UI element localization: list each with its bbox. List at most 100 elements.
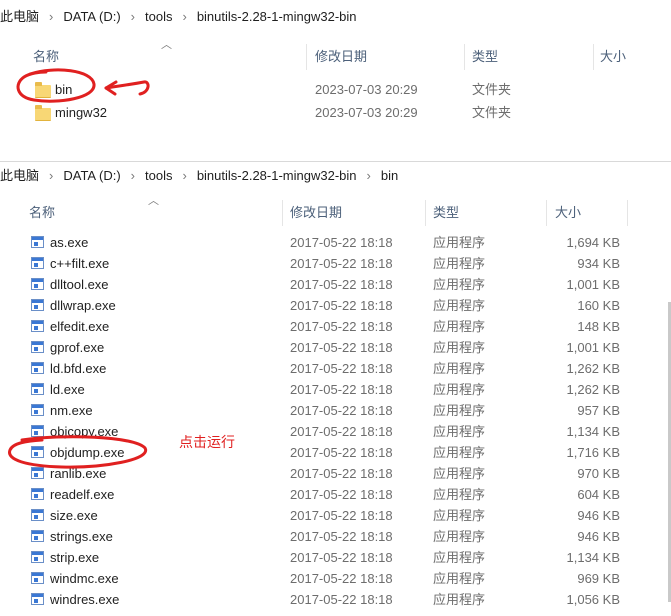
breadcrumb-item[interactable]: binutils-2.28-1-mingw32-bin [197, 0, 357, 34]
file-name: ld.bfd.exe [50, 361, 107, 376]
chevron-right-icon[interactable]: › [131, 0, 135, 34]
column-divider[interactable] [282, 200, 283, 226]
breadcrumb-item[interactable]: tools [145, 162, 172, 190]
exe-file-icon [31, 257, 44, 269]
column-divider[interactable] [464, 44, 465, 70]
file-modified: 2017-05-22 18:18 [290, 508, 393, 523]
breadcrumb-item[interactable]: 此电脑 [0, 0, 39, 34]
column-divider[interactable] [593, 44, 594, 70]
column-type[interactable]: 类型 [472, 42, 498, 72]
chevron-right-icon[interactable]: › [131, 162, 135, 190]
breadcrumb-item[interactable]: DATA (D:) [63, 0, 120, 34]
file-type: 应用程序 [433, 403, 486, 418]
file-modified: 2017-05-22 18:18 [290, 550, 393, 565]
column-type[interactable]: 类型 [433, 198, 459, 228]
file-size: 1,056 KB [566, 592, 621, 607]
column-header: ︿ 名称 修改日期 类型 大小 [0, 195, 671, 228]
file-name: windres.exe [50, 592, 120, 607]
chevron-right-icon[interactable]: › [182, 162, 186, 190]
chevron-right-icon[interactable]: › [49, 162, 53, 190]
file-type: 应用程序 [433, 319, 486, 334]
breadcrumb-item[interactable]: 此电脑 [0, 162, 39, 190]
exe-file-icon [31, 488, 44, 500]
exe-file-icon [31, 572, 44, 584]
column-divider[interactable] [425, 200, 426, 226]
exe-file-icon [31, 383, 44, 395]
file-type: 应用程序 [433, 529, 486, 544]
file-size: 946 KB [577, 529, 620, 544]
file-modified: 2017-05-22 18:18 [290, 256, 393, 271]
file-size: 1,262 KB [566, 361, 621, 376]
chevron-right-icon[interactable]: › [367, 162, 371, 190]
file-name: dllwrap.exe [50, 298, 116, 313]
folder-type: 文件夹 [472, 105, 512, 120]
file-type: 应用程序 [433, 508, 486, 523]
file-row[interactable]: gprof.exe 2017-05-22 18:18 应用程序 1,001 KB [0, 337, 671, 358]
exe-file-icon [31, 551, 44, 563]
column-name[interactable]: 名称 [29, 198, 55, 228]
file-name: elfedit.exe [50, 319, 110, 334]
column-size[interactable]: 大小 [555, 198, 581, 228]
file-type: 应用程序 [433, 571, 486, 586]
file-size: 946 KB [577, 508, 620, 523]
file-modified: 2017-05-22 18:18 [290, 529, 393, 544]
file-row[interactable]: readelf.exe 2017-05-22 18:18 应用程序 604 KB [0, 484, 671, 505]
file-size: 1,134 KB [566, 550, 621, 565]
file-type: 应用程序 [433, 445, 486, 460]
file-row[interactable]: windmc.exe 2017-05-22 18:18 应用程序 969 KB [0, 568, 671, 589]
chevron-right-icon[interactable]: › [182, 0, 186, 34]
file-modified: 2017-05-22 18:18 [290, 298, 393, 313]
file-name: ld.exe [50, 382, 85, 397]
column-size[interactable]: 大小 [600, 42, 626, 72]
exe-file-icon [31, 404, 44, 416]
file-name: dlltool.exe [50, 277, 109, 292]
file-modified: 2017-05-22 18:18 [290, 403, 393, 418]
file-modified: 2017-05-22 18:18 [290, 361, 393, 376]
exe-file-icon [31, 278, 44, 290]
column-modified[interactable]: 修改日期 [290, 198, 342, 228]
breadcrumb-item[interactable]: tools [145, 0, 172, 34]
file-row[interactable]: windres.exe 2017-05-22 18:18 应用程序 1,056 KB [0, 589, 671, 610]
file-row[interactable]: c++filt.exe 2017-05-22 18:18 应用程序 934 KB [0, 253, 671, 274]
file-row[interactable]: dllwrap.exe 2017-05-22 18:18 应用程序 160 KB [0, 295, 671, 316]
breadcrumb-item[interactable]: binutils-2.28-1-mingw32-bin [197, 162, 357, 190]
file-size: 1,001 KB [566, 340, 621, 355]
file-type: 应用程序 [433, 382, 486, 397]
file-row[interactable]: elfedit.exe 2017-05-22 18:18 应用程序 148 KB [0, 316, 671, 337]
file-type: 应用程序 [433, 592, 486, 607]
file-row[interactable]: strip.exe 2017-05-22 18:18 应用程序 1,134 KB [0, 547, 671, 568]
file-name: strip.exe [50, 550, 100, 565]
file-modified: 2017-05-22 18:18 [290, 319, 393, 334]
column-divider[interactable] [306, 44, 307, 70]
breadcrumb-item[interactable]: bin [381, 162, 398, 190]
top-explorer-window: 此电脑 › DATA (D:) › tools › binutils-2.28-1-ming… [0, 0, 671, 161]
highlight-circle [8, 435, 148, 469]
file-row[interactable]: ld.exe 2017-05-22 18:18 应用程序 1,262 KB [0, 379, 671, 400]
bottom-explorer-window: 此电脑 › DATA (D:) › tools › binutils-2.28-1-ming… [0, 161, 671, 616]
column-modified[interactable]: 修改日期 [315, 42, 367, 72]
file-size: 1,134 KB [566, 424, 621, 439]
file-type: 应用程序 [433, 466, 486, 481]
breadcrumb-item[interactable]: DATA (D:) [63, 162, 120, 190]
file-row[interactable]: size.exe 2017-05-22 18:18 应用程序 946 KB [0, 505, 671, 526]
file-modified: 2017-05-22 18:18 [290, 235, 393, 250]
column-divider[interactable] [546, 200, 547, 226]
file-size: 934 KB [577, 256, 620, 271]
file-size: 148 KB [577, 319, 620, 334]
chevron-right-icon[interactable]: › [49, 0, 53, 34]
column-divider[interactable] [627, 200, 628, 226]
folder-modified: 2023-07-03 20:29 [315, 105, 418, 120]
file-modified: 2017-05-22 18:18 [290, 340, 393, 355]
file-name: size.exe [50, 508, 98, 523]
file-row[interactable]: strings.exe 2017-05-22 18:18 应用程序 946 KB [0, 526, 671, 547]
folder-modified: 2023-07-03 20:29 [315, 82, 418, 97]
file-row[interactable]: as.exe 2017-05-22 18:18 应用程序 1,694 KB [0, 232, 671, 253]
file-row[interactable]: dlltool.exe 2017-05-22 18:18 应用程序 1,001 KB [0, 274, 671, 295]
file-modified: 2017-05-22 18:18 [290, 424, 393, 439]
exe-file-icon [31, 530, 44, 542]
file-name: as.exe [50, 235, 89, 250]
exe-file-icon [31, 299, 44, 311]
file-row[interactable]: ld.bfd.exe 2017-05-22 18:18 应用程序 1,262 KB [0, 358, 671, 379]
file-row[interactable]: nm.exe 2017-05-22 18:18 应用程序 957 KB [0, 400, 671, 421]
annotation-label: 点击运行 [179, 434, 235, 450]
